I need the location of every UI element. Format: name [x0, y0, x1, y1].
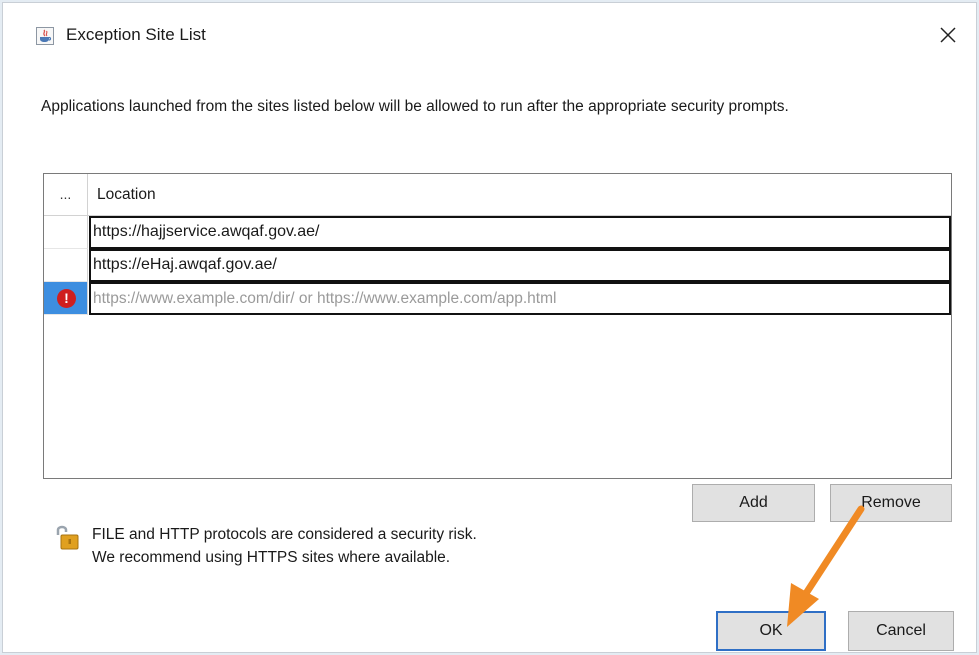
security-note-line2: We recommend using HTTPS sites where ava… — [92, 549, 451, 566]
site-list-table[interactable]: ... Location https://hajjservice.awqaf.g… — [43, 173, 952, 479]
location-cell[interactable]: https://eHaj.awqaf.gov.ae/ — [89, 249, 951, 282]
description-text: Applications launched from the sites lis… — [41, 98, 789, 115]
java-app-icon — [36, 27, 54, 45]
close-button[interactable] — [930, 17, 966, 53]
add-button[interactable]: Add — [692, 484, 815, 522]
row-indicator[interactable] — [44, 249, 88, 282]
dialog-title: Exception Site List — [66, 25, 206, 44]
close-icon — [940, 27, 956, 43]
table-row[interactable]: https://eHaj.awqaf.gov.ae/ — [44, 249, 951, 282]
lock-icon — [56, 525, 79, 550]
row-indicator-selected[interactable]: ! — [44, 282, 88, 315]
table-header: ... Location — [44, 174, 951, 216]
header-dots: ... — [44, 174, 88, 215]
new-location-cell[interactable] — [89, 282, 951, 315]
error-icon: ! — [57, 289, 76, 308]
remove-button[interactable]: Remove — [830, 484, 952, 522]
title-bar: Exception Site List — [3, 3, 976, 63]
table-row[interactable]: https://hajjservice.awqaf.gov.ae/ — [44, 216, 951, 249]
header-location: Location — [97, 186, 156, 203]
security-note-line1: FILE and HTTP protocols are considered a… — [92, 526, 477, 543]
exception-site-list-dialog: Exception Site List Applications launche… — [2, 2, 977, 653]
new-location-input[interactable] — [93, 284, 949, 313]
cancel-button[interactable]: Cancel — [848, 611, 954, 651]
location-cell[interactable]: https://hajjservice.awqaf.gov.ae/ — [89, 216, 951, 249]
row-indicator[interactable] — [44, 216, 88, 249]
table-row-new[interactable]: ! — [44, 282, 951, 315]
ok-button[interactable]: OK — [716, 611, 826, 651]
security-note: FILE and HTTP protocols are considered a… — [92, 523, 477, 569]
